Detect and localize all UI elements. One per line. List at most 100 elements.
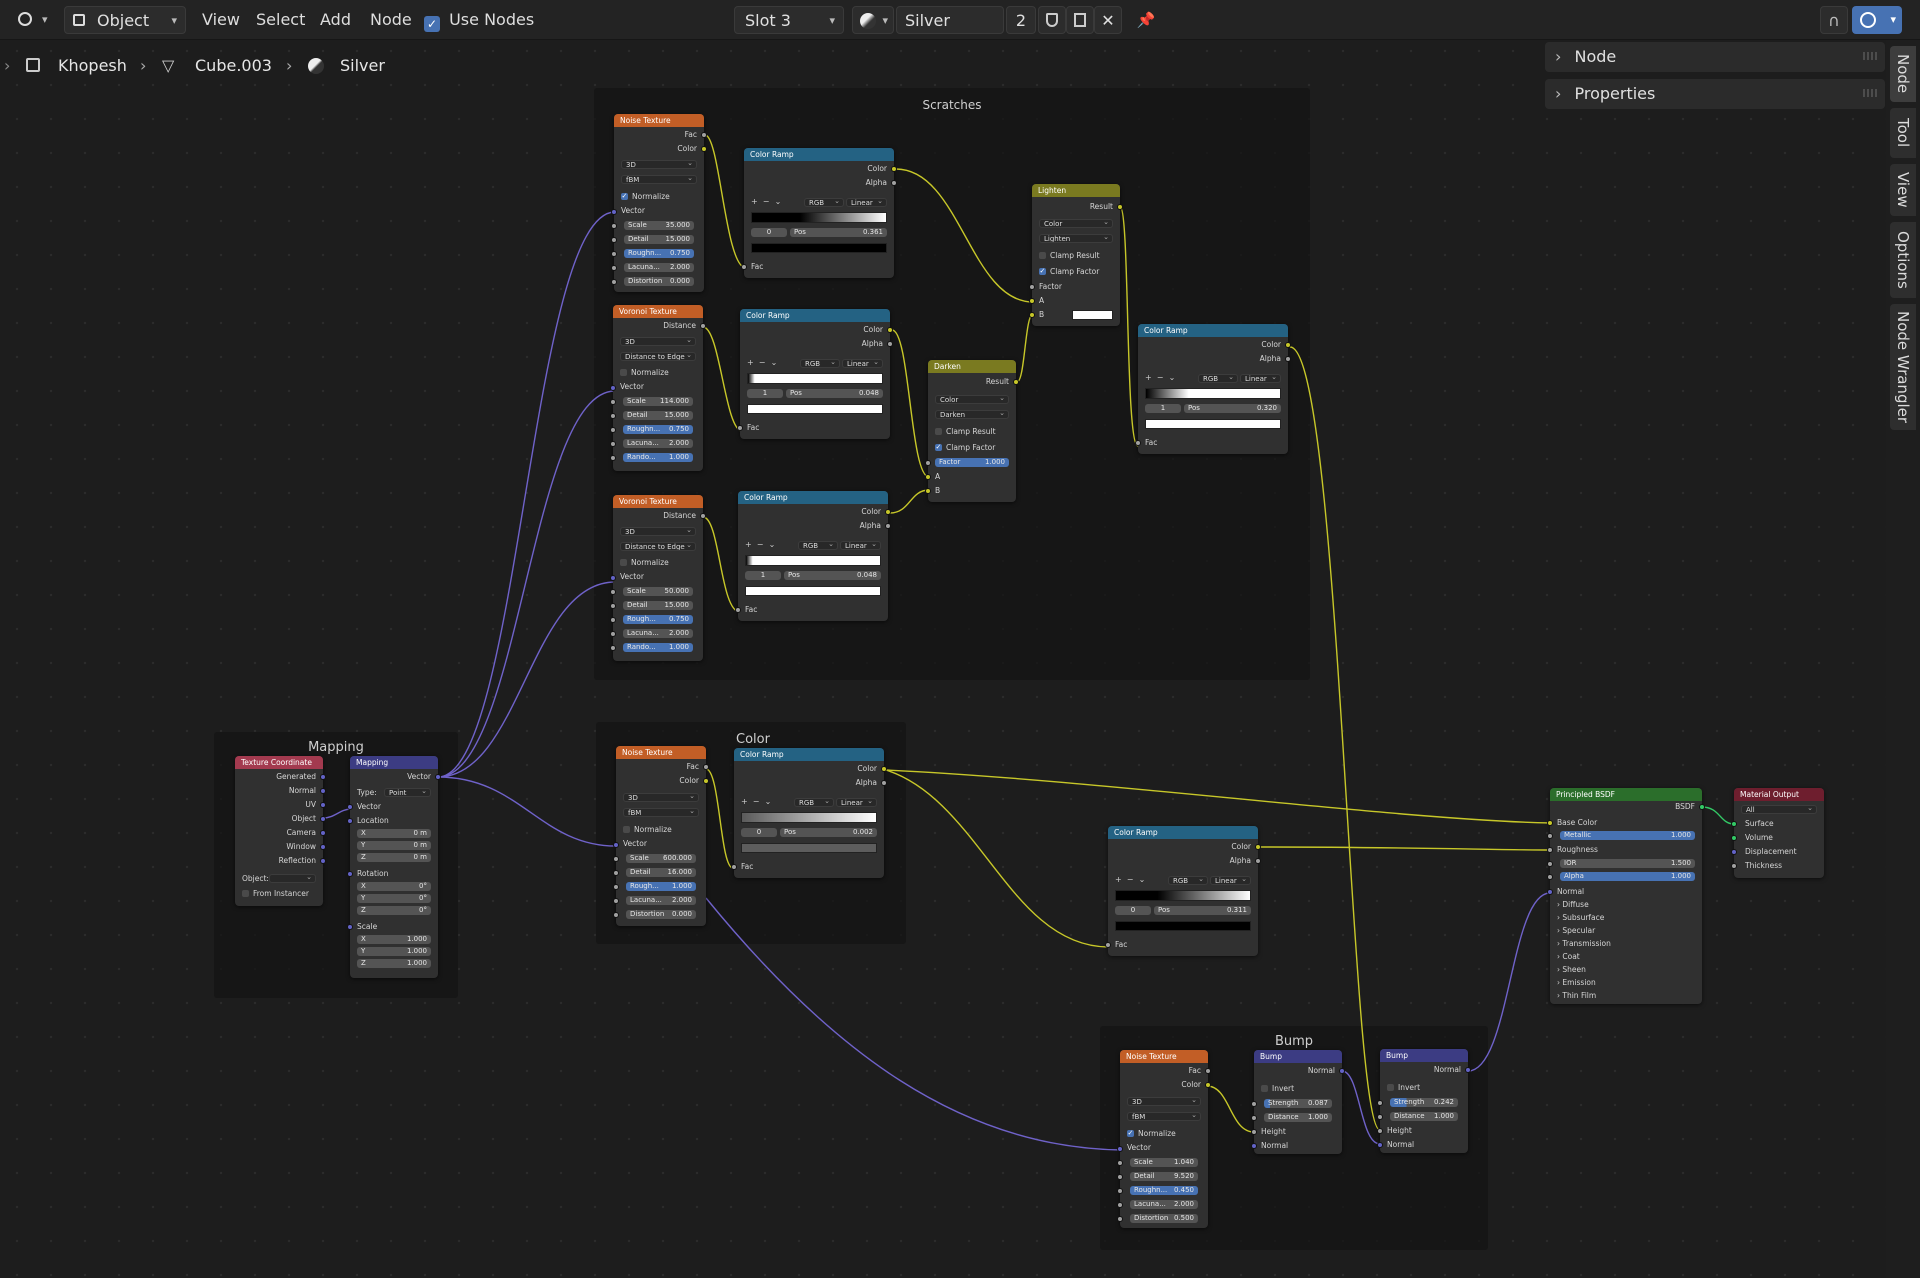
node-header[interactable]: Lighten — [1032, 184, 1120, 197]
socket-a-in[interactable] — [1029, 298, 1035, 304]
panel-emission[interactable]: › Emission — [1557, 978, 1695, 988]
stop-position-field[interactable]: Pos 0.311 — [1154, 906, 1251, 915]
lacunarity-field[interactable]: Lacuna... 2.000 — [626, 896, 696, 905]
socket-out[interactable] — [320, 844, 326, 850]
socket-a-in[interactable] — [925, 474, 931, 480]
stop-color-swatch[interactable] — [751, 243, 887, 253]
socket-color-out[interactable] — [887, 327, 893, 333]
node-darken[interactable]: Darken Result Color Darken Clamp Result … — [925, 360, 1019, 502]
socket-in[interactable] — [610, 455, 616, 461]
scale-z-field[interactable]: Z 1.000 — [357, 959, 431, 968]
node-header[interactable]: Color Ramp — [738, 491, 888, 504]
socket-alpha-out[interactable] — [1255, 858, 1261, 864]
alpha-field[interactable]: Alpha 1.000 — [1560, 872, 1695, 881]
blend-mode-select[interactable]: Darken — [935, 410, 1009, 419]
lacunarity-field[interactable]: Lacuna... 2.000 — [624, 263, 694, 272]
distortion-field[interactable]: Distortion 0.000 — [624, 277, 694, 286]
clamp-factor-checkbox[interactable]: Clamp Factor — [1039, 267, 1113, 277]
socket-base-color-in[interactable] — [1547, 820, 1553, 826]
tab-node-wrangler[interactable]: Node Wrangler — [1890, 304, 1916, 430]
ramp-gradient[interactable] — [751, 212, 887, 223]
stop-color-swatch[interactable] — [1145, 419, 1281, 429]
node-bump-1[interactable]: Bump Normal Invert Strength 0.087 Distanc… — [1251, 1050, 1345, 1154]
socket-color-out[interactable] — [1285, 342, 1291, 348]
socket-out[interactable] — [320, 788, 326, 794]
socket-in[interactable] — [611, 279, 617, 285]
menu-select[interactable]: Select — [256, 6, 305, 34]
scale-field[interactable]: Scale 600.000 — [626, 854, 696, 863]
socket-in[interactable] — [613, 898, 619, 904]
socket-result-out[interactable] — [1117, 204, 1123, 210]
socket-fac-in[interactable] — [737, 425, 743, 431]
use-nodes-checkbox[interactable]: ✓ Use Nodes — [424, 6, 534, 34]
shader-mode-select[interactable]: Object ▾ — [64, 6, 186, 34]
scale-field[interactable]: Scale 114.000 — [623, 397, 693, 406]
stop-position-field[interactable]: Pos 0.048 — [786, 389, 883, 398]
socket-in[interactable] — [610, 399, 616, 405]
node-material-output[interactable]: Material Output All Surface Volume Displ… — [1731, 788, 1824, 878]
checkbox-checked-icon[interactable]: ✓ — [424, 16, 440, 32]
socket-normal-out[interactable] — [1465, 1067, 1471, 1073]
node-header[interactable]: Color Ramp — [1138, 324, 1288, 337]
socket-in[interactable] — [1251, 1101, 1257, 1107]
checkbox-icon[interactable] — [1039, 268, 1046, 275]
checkbox-icon[interactable] — [623, 826, 630, 833]
node-header[interactable]: Noise Texture — [616, 746, 706, 759]
socket-in[interactable] — [613, 912, 619, 918]
socket-in[interactable] — [611, 223, 617, 229]
menu-node[interactable]: Node — [370, 6, 412, 34]
panel-specular[interactable]: › Specular — [1557, 926, 1695, 936]
panel-node[interactable]: › Node — [1545, 42, 1885, 72]
stop-color-swatch[interactable] — [1115, 921, 1251, 931]
color-mode-select[interactable]: RGB — [804, 198, 844, 207]
distortion-field[interactable]: Distortion 0.500 — [1130, 1214, 1198, 1223]
node-texture-coordinate[interactable]: Texture Coordinate Generated Normal UV O… — [235, 756, 326, 906]
socket-alpha-out[interactable] — [887, 341, 893, 347]
checkbox-icon[interactable] — [1387, 1084, 1394, 1091]
distance-field[interactable]: Distance 1.000 — [1264, 1113, 1332, 1122]
clamp-factor-checkbox[interactable]: Clamp Factor — [935, 443, 1009, 453]
ramp-gradient[interactable] — [1145, 388, 1281, 399]
checkbox-icon[interactable] — [1261, 1085, 1268, 1092]
node-color-ramp-3[interactable]: Color Ramp Color Alpha + − ⌄ RGB Linear … — [735, 491, 891, 621]
checkbox-icon[interactable] — [1127, 1130, 1134, 1137]
lacunarity-field[interactable]: Lacuna... 2.000 — [623, 439, 693, 448]
panel-coat[interactable]: › Coat — [1557, 952, 1695, 962]
socket-vector-in[interactable] — [1117, 1146, 1123, 1152]
node-lighten[interactable]: Lighten Result Color Lighten Clamp Resul… — [1029, 184, 1123, 326]
stop-index-field[interactable]: 1 — [747, 389, 783, 398]
socket-fac-out[interactable] — [1205, 1068, 1211, 1074]
dimension-select[interactable]: 3D — [1127, 1097, 1201, 1106]
ramp-gradient[interactable] — [745, 555, 881, 566]
node-noise-texture-1[interactable]: Noise Texture Fac Color 3D fBM Normalize… — [611, 114, 707, 292]
socket-height-in[interactable] — [1251, 1129, 1257, 1135]
tab-node[interactable]: Node — [1890, 46, 1916, 102]
factor-field[interactable]: Factor 1.000 — [935, 458, 1009, 467]
socket-color-out[interactable] — [891, 166, 897, 172]
socket-in[interactable] — [610, 603, 616, 609]
socket-in[interactable] — [1117, 1174, 1123, 1180]
normalize-checkbox[interactable]: Normalize — [623, 825, 699, 835]
type-select[interactable]: fBM — [621, 175, 697, 184]
location-y-field[interactable]: Y0 m — [357, 841, 431, 850]
stop-index-field[interactable]: 1 — [745, 571, 781, 580]
node-mapping[interactable]: Mapping Vector Type: Point Vector Locati… — [347, 756, 441, 978]
node-header[interactable]: Color Ramp — [744, 148, 894, 161]
detail-field[interactable]: Detail 15.000 — [624, 235, 694, 244]
socket-distance-out[interactable] — [700, 323, 706, 329]
object-picker[interactable] — [269, 874, 316, 883]
socket-factor-in[interactable] — [1029, 284, 1035, 290]
socket-color-out[interactable] — [881, 766, 887, 772]
socket-out[interactable] — [320, 830, 326, 836]
socket-fac-out[interactable] — [703, 764, 709, 770]
node-color-ramp-4[interactable]: Color Ramp Color Alpha + − ⌄ RGB Linear … — [1135, 324, 1291, 454]
socket-thickness-in[interactable] — [1731, 863, 1737, 869]
node-header[interactable]: Darken — [928, 360, 1016, 373]
interpolation-select[interactable]: Linear — [842, 359, 883, 368]
clamp-result-checkbox[interactable]: Clamp Result — [1039, 251, 1113, 261]
socket-fac-in[interactable] — [1105, 942, 1111, 948]
checkbox-icon[interactable] — [935, 444, 942, 451]
material-browse-button[interactable]: ▾ — [852, 6, 894, 34]
socket-in[interactable] — [610, 589, 616, 595]
detail-field[interactable]: Detail 15.000 — [623, 411, 693, 420]
